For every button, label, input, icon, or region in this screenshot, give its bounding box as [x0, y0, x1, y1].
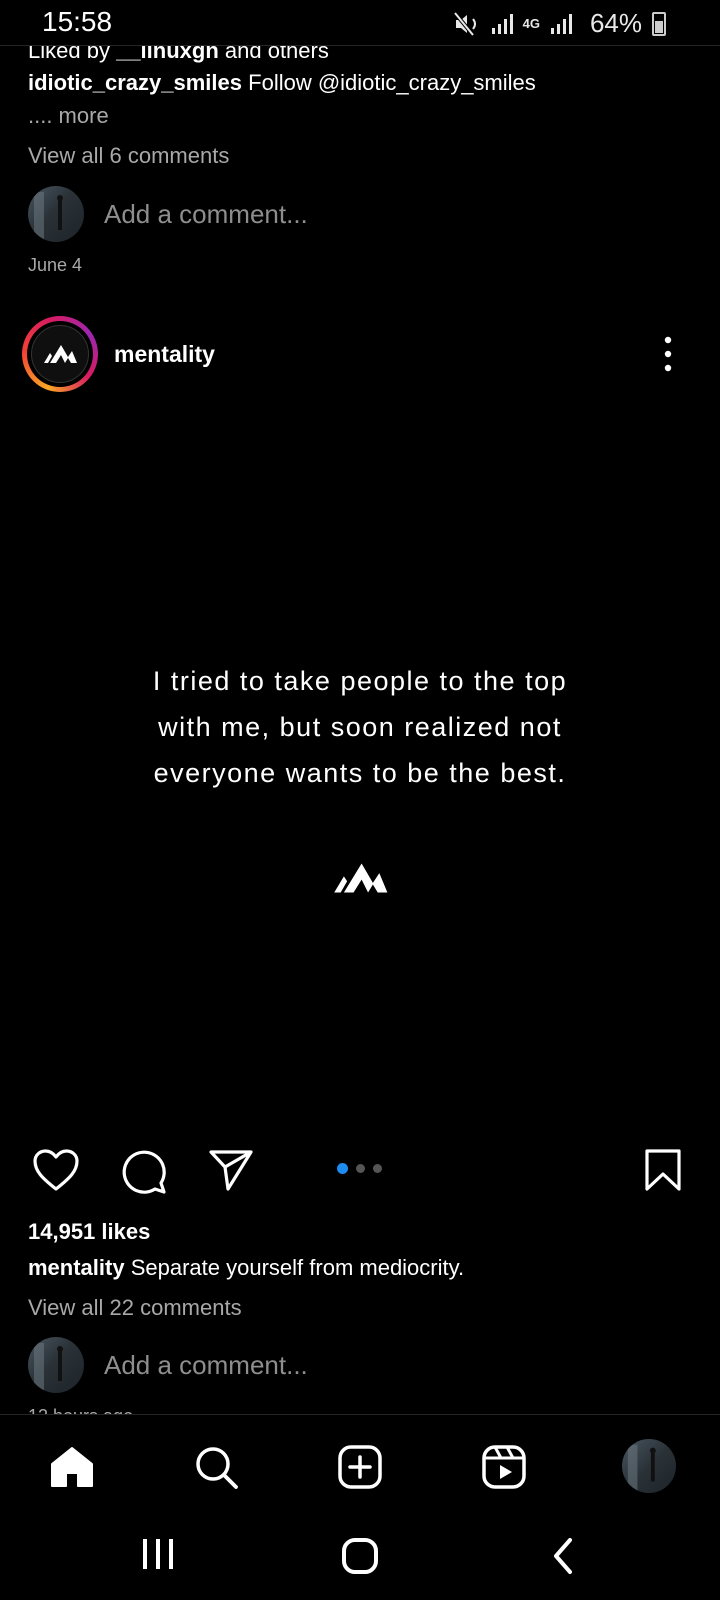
status-bar: 15:58 4G 64%	[0, 0, 720, 46]
reels-icon[interactable]	[480, 1443, 528, 1491]
mute-icon	[453, 11, 476, 36]
share-icon[interactable]	[208, 1148, 254, 1192]
add-comment-input[interactable]: Add a comment...	[104, 1350, 308, 1381]
avatar-image	[34, 1343, 63, 1391]
home-button-icon[interactable]	[340, 1536, 380, 1576]
quote-line: everyone wants to be the best.	[153, 758, 567, 788]
bottom-nav	[0, 1414, 720, 1518]
post-username[interactable]: mentality	[114, 341, 215, 368]
recent-apps-icon[interactable]	[140, 1536, 176, 1572]
prev-caption: idiotic_crazy_smiles Follow @idiotic_cra…	[28, 70, 536, 96]
system-nav-bar	[0, 1518, 720, 1600]
quote-line: I tried to take people to the top	[152, 666, 568, 696]
signal-icon	[491, 13, 513, 34]
carousel-indicator	[337, 1163, 382, 1174]
view-comments-link[interactable]: View all 22 comments	[28, 1295, 242, 1321]
save-bookmark-icon[interactable]	[644, 1148, 682, 1192]
prev-add-comment-input[interactable]: Add a comment...	[104, 199, 308, 230]
search-icon[interactable]	[192, 1443, 240, 1491]
mentality-avatar[interactable]	[31, 325, 89, 383]
quote-line: with me, but soon realized not	[158, 712, 562, 742]
mentality-logo-icon	[44, 345, 77, 363]
profile-avatar[interactable]	[622, 1439, 676, 1493]
like-heart-icon[interactable]	[32, 1148, 80, 1192]
carousel-dot	[373, 1164, 382, 1173]
status-icons: 4G 64%	[453, 8, 666, 39]
avatar-image	[34, 192, 63, 240]
signal-icon-2	[550, 13, 572, 34]
prev-view-comments[interactable]: View all 6 comments	[28, 143, 229, 169]
post-date: June 4	[28, 255, 83, 275]
back-icon[interactable]	[548, 1536, 578, 1576]
prev-caption-user[interactable]: idiotic_crazy_smiles	[28, 70, 242, 95]
carousel-dot	[356, 1164, 365, 1173]
caption-user[interactable]: mentality	[28, 1255, 125, 1280]
more-options-icon[interactable]	[664, 336, 672, 372]
mentality-watermark-icon	[334, 863, 388, 893]
battery-icon	[652, 11, 666, 36]
carousel-dot-active	[337, 1163, 348, 1174]
battery-percent: 64%	[589, 8, 642, 38]
post-caption: mentality Separate yourself from mediocr…	[28, 1255, 464, 1281]
avatar[interactable]	[28, 186, 84, 242]
prev-caption-text: Follow @idiotic_crazy_smiles	[248, 70, 536, 95]
network-type: 4G	[522, 16, 540, 31]
status-time: 15:58	[42, 6, 113, 37]
likes-count[interactable]: 14,951 likes	[28, 1219, 150, 1245]
caption-text: Separate yourself from mediocrity.	[130, 1255, 465, 1280]
home-icon[interactable]	[48, 1443, 96, 1491]
status-divider	[0, 45, 720, 46]
post-image-quote[interactable]: I tried to take people to the top with m…	[100, 658, 620, 796]
create-post-icon[interactable]	[336, 1443, 384, 1491]
comment-icon[interactable]	[120, 1148, 168, 1194]
more-link[interactable]: .... more	[28, 103, 109, 129]
avatar[interactable]	[28, 1337, 84, 1393]
